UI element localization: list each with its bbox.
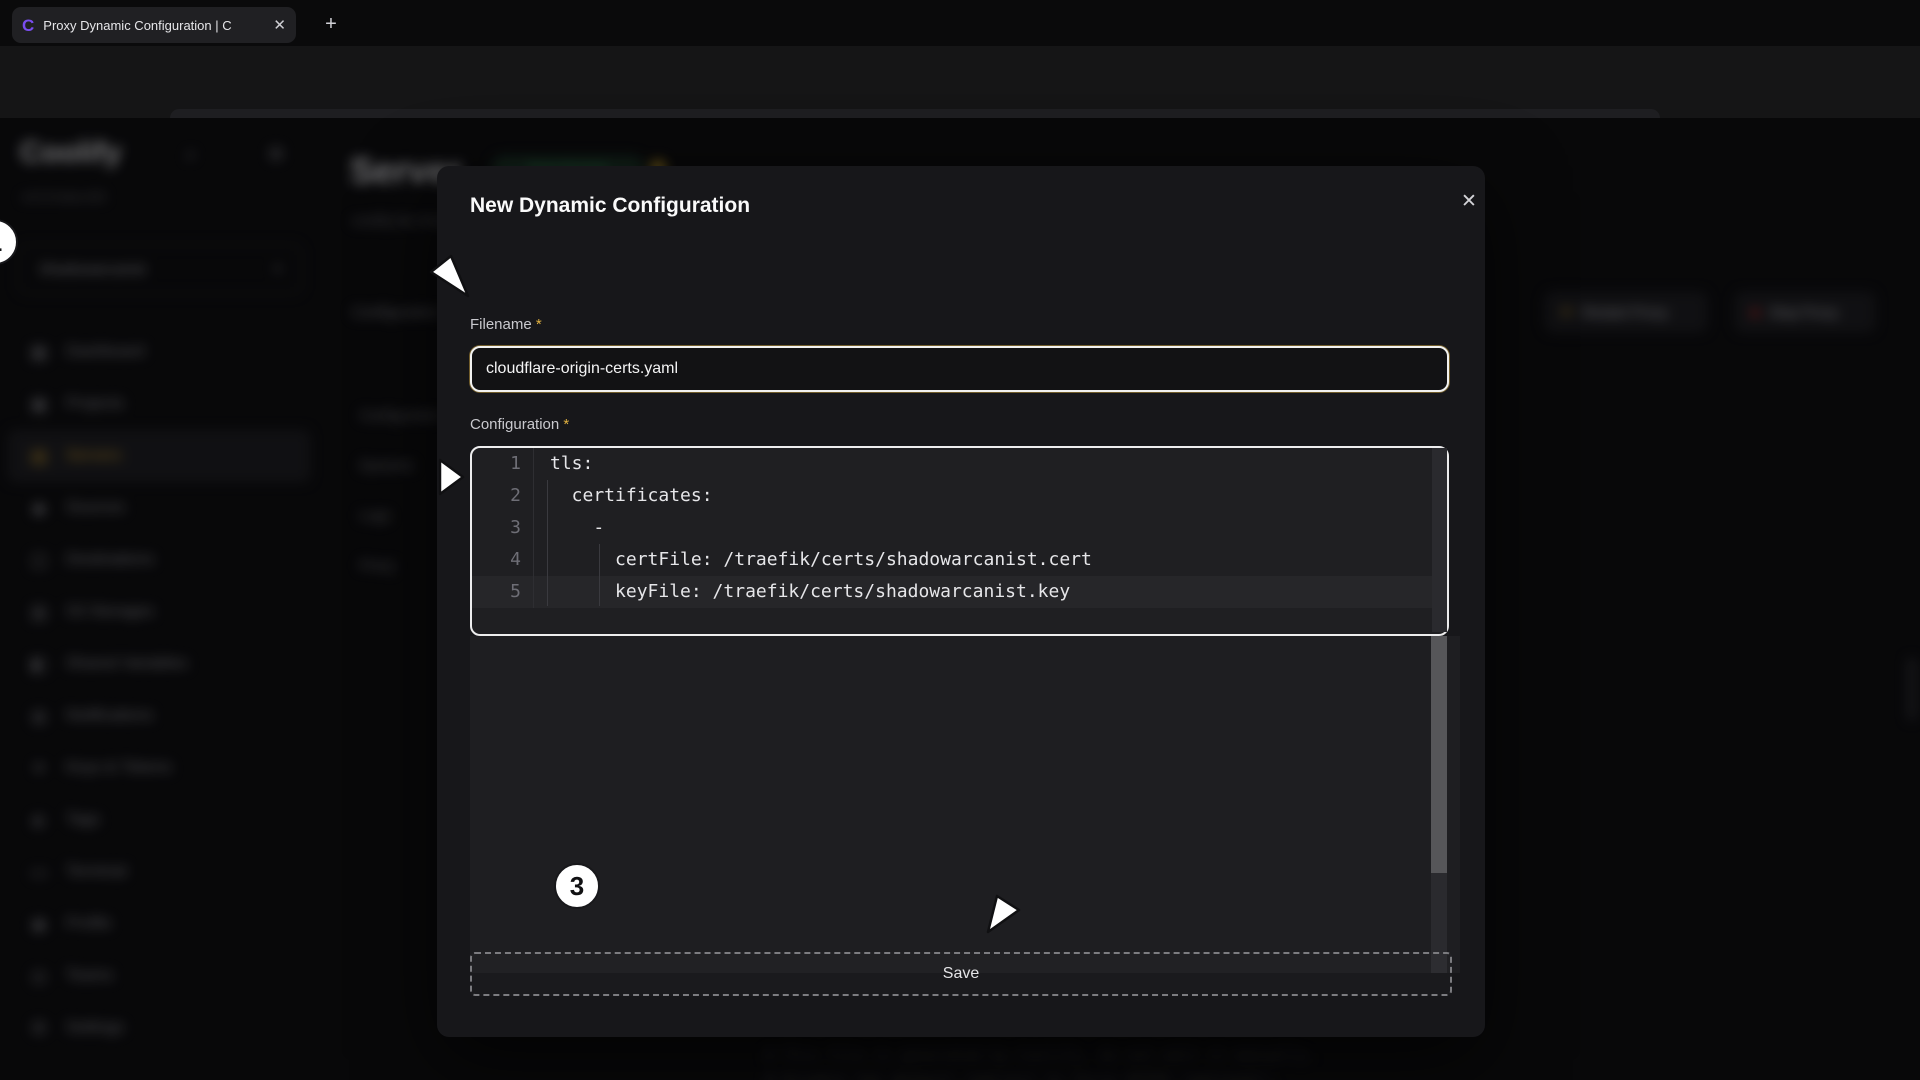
code-text: keyFile: /traefik/certs/shadowarcanist.k…	[534, 576, 1070, 608]
browser-toolbar: ← → coolify.lab.shadowarcanist.com/serve…	[0, 46, 1920, 118]
new-dynamic-configuration-modal: New Dynamic Configuration ✕ Filename * C…	[437, 166, 1485, 1037]
callout-3-badge: 3	[554, 863, 600, 909]
line-number: 1	[472, 448, 534, 480]
code-text: certFile: /traefik/certs/shadowarcanist.…	[534, 544, 1092, 576]
line-number: 3	[472, 512, 534, 544]
editor-scrollbar[interactable]	[1432, 448, 1447, 632]
configuration-code-editor[interactable]: 1 tls: 2 certificates: 3 - 4 certFile: /…	[470, 446, 1449, 636]
code-line: 3 -	[472, 512, 1447, 544]
page-background: Coolify ⌕ ⚙ v4.0.0-beta.420 Shadowarcani…	[0, 118, 1920, 1080]
new-tab-button[interactable]: +	[316, 10, 346, 38]
filename-label: Filename *	[470, 316, 542, 333]
modal-title: New Dynamic Configuration	[470, 194, 750, 218]
line-number: 2	[472, 480, 534, 512]
tab-close-icon[interactable]: ✕	[273, 16, 286, 34]
save-button[interactable]: Save	[470, 952, 1452, 996]
code-line: 2 certificates:	[472, 480, 1447, 512]
browser-tab[interactable]: C Proxy Dynamic Configuration | C ✕	[12, 7, 296, 43]
required-asterisk: *	[536, 316, 542, 333]
filename-input[interactable]	[470, 346, 1449, 392]
code-line: 1 tls:	[472, 448, 1447, 480]
line-number: 4	[472, 544, 534, 576]
code-line: 5 keyFile: /traefik/certs/shadowarcanist…	[472, 576, 1447, 608]
line-number: 5	[472, 576, 534, 608]
code-text: certificates:	[534, 480, 713, 512]
screen: C Proxy Dynamic Configuration | C ✕ + ← …	[0, 0, 1920, 1080]
scrollbar-thumb[interactable]	[1431, 636, 1447, 873]
code-text: tls:	[534, 448, 593, 480]
coolify-favicon-icon: C	[22, 17, 34, 34]
required-asterisk: *	[563, 416, 569, 433]
indent-guide	[547, 480, 548, 606]
browser-tab-bar: C Proxy Dynamic Configuration | C ✕ +	[0, 0, 1920, 46]
tab-title: Proxy Dynamic Configuration | C	[43, 18, 255, 33]
editor-scroll-area[interactable]	[470, 636, 1460, 973]
code-line: 4 certFile: /traefik/certs/shadowarcanis…	[472, 544, 1447, 576]
code-text: -	[534, 512, 604, 544]
configuration-label: Configuration *	[470, 416, 569, 433]
close-icon[interactable]: ✕	[1461, 190, 1477, 213]
indent-guide	[599, 544, 600, 606]
